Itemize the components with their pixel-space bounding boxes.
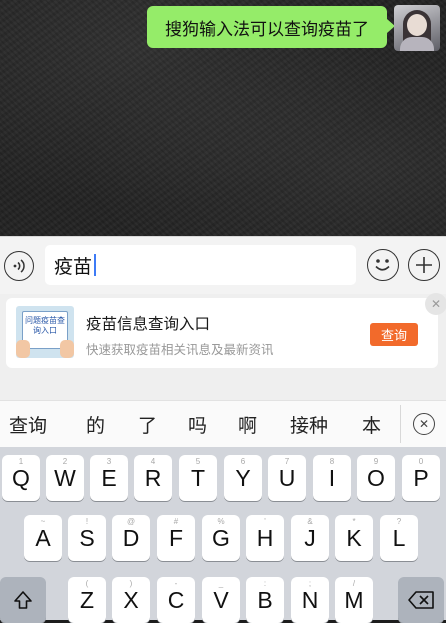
voice-button[interactable] xyxy=(4,251,34,281)
candidate-word[interactable]: 吗 xyxy=(188,411,207,438)
card-thumbnail: 问题疫苗查询入口 xyxy=(16,306,74,358)
card-title: 疫苗信息查询入口 xyxy=(86,315,211,333)
key-j[interactable]: & J xyxy=(291,515,329,561)
candidate-word[interactable]: 啊 xyxy=(238,411,257,438)
key-b[interactable]: :B xyxy=(246,577,284,623)
keyboard: 1Q 2W 3E 4R 5T 6Y 7U 8I 9O 0P ~ A ! S @ D #… xyxy=(0,447,446,623)
key-n[interactable]: ; N xyxy=(291,577,329,623)
backspace-key[interactable] xyxy=(398,577,444,623)
chat-background: 搜狗输入法可以查询疫苗了 xyxy=(0,0,446,236)
key-s[interactable]: ! S xyxy=(68,515,106,561)
key-r[interactable]: 4R xyxy=(134,455,172,501)
suggestion-panel: 问题疫苗查询入口 疫苗信息查询入口 快速获取疫苗相关讯息及最新资讯 查询 ✕ xyxy=(0,293,446,400)
key-k[interactable]: * K xyxy=(335,515,373,561)
key-c[interactable]: -C xyxy=(157,577,195,623)
key-g[interactable]: % G xyxy=(202,515,240,561)
divider xyxy=(400,405,401,443)
key-y[interactable]: 6Y xyxy=(224,455,262,501)
chat-input-bar: 疫苗 xyxy=(0,236,446,294)
candidate-word[interactable]: 本 xyxy=(362,411,381,438)
key-f[interactable]: # F xyxy=(157,515,195,561)
emoji-button[interactable] xyxy=(367,249,399,281)
shift-arrow-icon xyxy=(14,591,32,609)
candidate-word[interactable]: 查询 xyxy=(9,411,47,438)
key-e[interactable]: 3E xyxy=(90,455,128,501)
close-candidates-icon[interactable]: ✕ xyxy=(413,413,435,435)
candidate-word[interactable]: 的 xyxy=(86,411,105,438)
close-card-icon[interactable]: ✕ xyxy=(425,293,446,315)
avatar[interactable] xyxy=(394,5,440,51)
query-button[interactable]: 查询 xyxy=(370,323,418,346)
shift-key[interactable] xyxy=(0,577,46,623)
key-i[interactable]: 8I xyxy=(313,455,351,501)
text-caret xyxy=(94,254,97,276)
more-button[interactable] xyxy=(408,249,440,281)
voice-icon xyxy=(13,259,25,273)
key-t[interactable]: 5T xyxy=(179,455,217,501)
candidate-word[interactable]: 接种 xyxy=(290,411,328,438)
key-h[interactable]: ' H xyxy=(246,515,284,561)
key-q[interactable]: 1Q xyxy=(2,455,40,501)
key-v[interactable]: _ V xyxy=(202,577,240,623)
vaccine-query-card[interactable]: 问题疫苗查询入口 疫苗信息查询入口 快速获取疫苗相关讯息及最新资讯 查询 xyxy=(6,298,438,368)
key-d[interactable]: @ D xyxy=(112,515,150,561)
smiley-icon xyxy=(375,259,390,271)
candidate-word[interactable]: 了 xyxy=(138,411,157,438)
backspace-icon xyxy=(408,591,434,609)
candidate-bar: 查询 的 了 吗 啊 接种 本 ✕ xyxy=(0,400,446,448)
key-w[interactable]: 2W xyxy=(46,455,84,501)
key-o[interactable]: 9O xyxy=(357,455,395,501)
key-m[interactable]: / M xyxy=(335,577,373,623)
message-input[interactable]: 疫苗 xyxy=(45,245,356,285)
key-x[interactable]: ) X xyxy=(112,577,150,623)
card-subtitle: 快速获取疫苗相关讯息及最新资讯 xyxy=(86,342,274,357)
key-p[interactable]: 0P xyxy=(402,455,440,501)
key-u[interactable]: 7U xyxy=(268,455,306,501)
chat-message-bubble[interactable]: 搜狗输入法可以查询疫苗了 xyxy=(147,6,387,48)
key-a[interactable]: ~ A xyxy=(24,515,62,561)
plus-icon xyxy=(416,257,432,273)
key-l[interactable]: ? L xyxy=(380,515,418,561)
message-input-text: 疫苗 xyxy=(54,255,93,278)
key-z[interactable]: (Z xyxy=(68,577,106,623)
